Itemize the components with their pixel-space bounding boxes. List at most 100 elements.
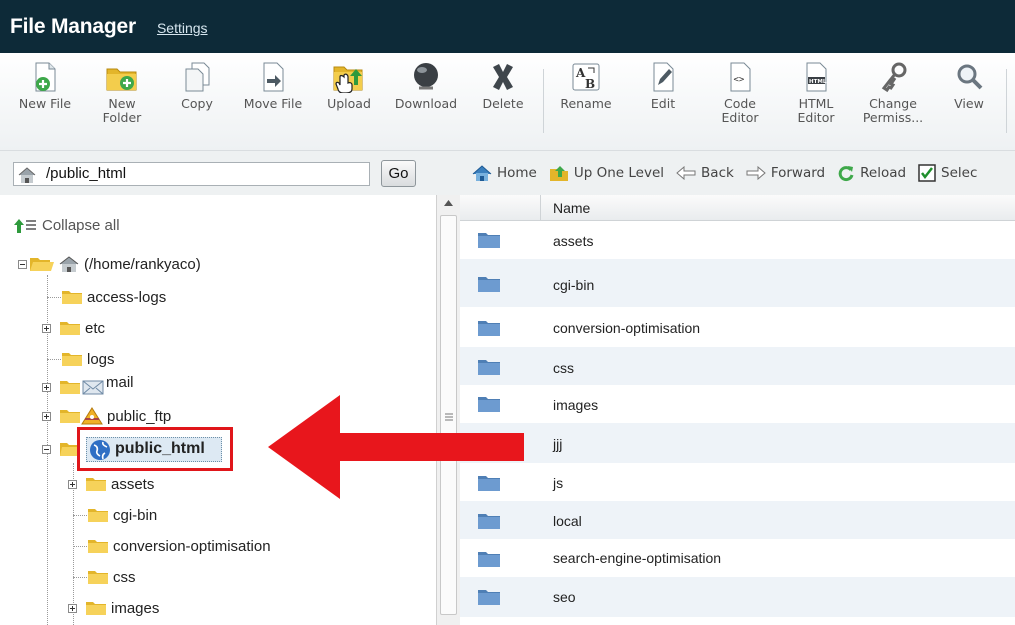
new-folder-button[interactable]: New Folder (96, 61, 148, 125)
collapse-toggle[interactable] (42, 444, 51, 454)
change-permissions-button[interactable]: Change Permiss... (856, 61, 930, 125)
tree-item-label: logs (87, 350, 115, 368)
forward-label: Forward (770, 165, 826, 181)
upload-icon (333, 66, 363, 93)
tree-item-conversion-optimisation[interactable]: conversion-optimisation (87, 535, 271, 557)
expand-toggle[interactable] (42, 323, 51, 333)
expand-toggle[interactable] (68, 479, 77, 489)
app-title: File Manager (10, 14, 136, 38)
file-name: images (553, 397, 599, 413)
collapse-all-button[interactable]: Collapse all (14, 217, 120, 234)
tree-item-mail[interactable]: mail (42, 373, 134, 398)
tree-line (73, 546, 87, 547)
delete-button[interactable]: Delete (476, 61, 530, 111)
expand-toggle[interactable] (42, 411, 51, 421)
reload-icon (838, 166, 854, 182)
collapse-all-icon (14, 218, 36, 233)
tree-item-label: mail (106, 373, 134, 391)
up-one-level-button[interactable]: Up One Level (549, 165, 664, 182)
file-name: css (553, 360, 574, 376)
tree-item-images[interactable]: images (61, 597, 159, 619)
folder-icon (478, 360, 500, 375)
expand-toggle[interactable] (42, 382, 51, 392)
settings-link[interactable]: Settings (157, 20, 208, 36)
folder-icon (478, 277, 500, 292)
forward-arrow-icon (746, 166, 766, 180)
tree-item-label: public_html (115, 440, 205, 457)
up-level-icon (549, 165, 568, 181)
checkbox-icon (918, 164, 936, 182)
folder-icon (60, 410, 80, 423)
expand-toggle[interactable] (68, 603, 77, 613)
file-manager-app: File Manager Settings New File New Folde… (0, 0, 1015, 625)
file-name: seo (553, 589, 576, 605)
code-editor-button[interactable]: <> Code Editor (710, 61, 770, 125)
tree-root[interactable]: (/home/rankyaco) (18, 253, 201, 275)
tree-item-etc[interactable]: etc (42, 317, 105, 339)
code-editor-icon: <> (730, 62, 751, 92)
upload-button[interactable]: Upload (322, 61, 376, 111)
file-name: assets (553, 233, 594, 249)
copy-button[interactable]: Copy (172, 61, 222, 111)
svg-text:HTML: HTML (809, 79, 827, 85)
move-file-label: Move File (243, 96, 303, 111)
html-editor-label-1: HTML (798, 96, 834, 111)
back-button[interactable]: Back (676, 165, 734, 181)
file-row[interactable]: search-engine-optimisation (460, 539, 1015, 577)
tree-item-public-ftp[interactable]: public_ftp (42, 405, 171, 427)
html-editor-button[interactable]: HTML HTML Editor (786, 61, 846, 125)
select-all-button[interactable]: Selec (918, 164, 977, 182)
edit-button[interactable]: Edit (640, 61, 686, 111)
file-row[interactable]: jjj (460, 423, 1015, 463)
file-row[interactable]: seo (460, 577, 1015, 617)
reload-label: Reload (860, 165, 907, 181)
reload-button[interactable]: Reload (837, 164, 906, 182)
collapse-toggle[interactable] (18, 259, 27, 269)
path-input[interactable]: /public_html (13, 162, 370, 186)
file-row[interactable]: cgi-bin (460, 259, 1015, 307)
tree-item-public-html[interactable]: public_html (86, 437, 222, 462)
name-column-header[interactable]: Name (553, 200, 590, 216)
back-arrow-icon (676, 166, 696, 180)
folder-icon (478, 552, 500, 567)
file-row[interactable]: local (460, 501, 1015, 539)
delete-label: Delete (482, 96, 524, 111)
file-name: cgi-bin (553, 277, 595, 293)
forward-button[interactable]: Forward (746, 165, 825, 181)
move-file-button[interactable]: Move File (236, 61, 310, 111)
tree-item-public-html-toggle[interactable] (42, 438, 81, 460)
scroll-up-icon (444, 200, 453, 206)
file-name: conversion-optimisation (553, 320, 701, 336)
download-button[interactable]: Download (390, 61, 462, 111)
folder-icon (478, 514, 500, 529)
rename-button[interactable]: AB Rename (553, 61, 619, 111)
svg-text:<>: <> (734, 75, 745, 85)
folder-icon (60, 322, 80, 335)
file-row[interactable]: js (460, 463, 1015, 501)
tree-item-css[interactable]: css (87, 566, 136, 588)
highlight-box: public_html (77, 427, 233, 471)
new-file-button[interactable]: New File (14, 61, 76, 111)
file-row[interactable]: conversion-optimisation (460, 307, 1015, 347)
file-row[interactable]: css (460, 347, 1015, 385)
file-row[interactable]: images (460, 385, 1015, 423)
tree-item-label: access-logs (87, 288, 167, 306)
toolbar-separator (543, 69, 544, 133)
tree-item-cgi-bin[interactable]: cgi-bin (87, 504, 157, 526)
path-bar: /public_html Go (0, 151, 460, 195)
svg-text:B: B (585, 77, 595, 91)
icon-column-header[interactable] (460, 195, 541, 221)
annotation-arrow-icon (268, 395, 524, 499)
tree-item-access-logs[interactable]: access-logs (61, 286, 166, 308)
folder-icon (478, 233, 500, 248)
path-value: /public_html (46, 165, 127, 182)
folder-icon (86, 602, 106, 615)
tree-item-assets[interactable]: assets (61, 473, 154, 495)
tree-item-logs[interactable]: logs (61, 348, 115, 370)
home-button[interactable]: Home (472, 164, 537, 182)
back-label: Back (701, 165, 734, 181)
go-button[interactable]: Go (381, 160, 416, 187)
file-row[interactable]: assets (460, 222, 1015, 259)
tree-item-label: conversion-optimisation (113, 537, 271, 555)
view-button[interactable]: View (946, 61, 992, 111)
